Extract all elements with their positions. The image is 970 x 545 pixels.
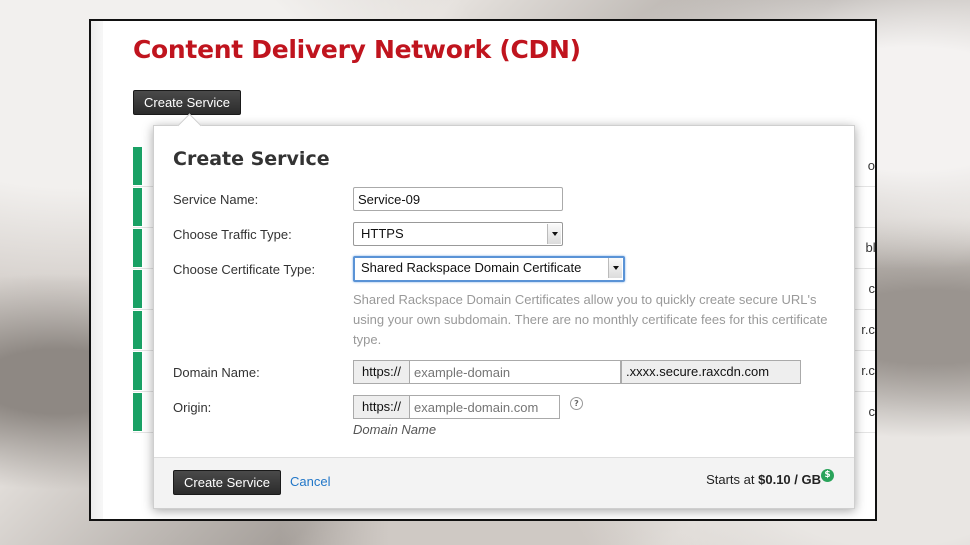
price-prefix: Starts at bbox=[706, 472, 755, 487]
create-service-dialog: Create Service Service Name: Choose Traf… bbox=[153, 113, 855, 509]
row-text: com bbox=[868, 404, 875, 419]
origin-label: Origin: bbox=[173, 400, 212, 415]
dollar-icon[interactable]: $ bbox=[821, 469, 834, 482]
chevron-down-icon[interactable] bbox=[547, 224, 561, 244]
domain-protocol-prefix: https:// bbox=[353, 360, 411, 384]
chevron-down-icon[interactable] bbox=[608, 258, 622, 278]
create-service-button[interactable]: Create Service bbox=[133, 90, 241, 115]
cancel-link[interactable]: Cancel bbox=[290, 474, 330, 489]
status-bar bbox=[133, 311, 142, 349]
status-bar bbox=[133, 270, 142, 308]
traffic-type-value: HTTPS bbox=[361, 226, 404, 241]
status-bar bbox=[133, 229, 142, 267]
service-name-input[interactable] bbox=[353, 187, 563, 211]
status-bar bbox=[133, 147, 142, 185]
traffic-type-select[interactable]: HTTPS bbox=[353, 222, 563, 246]
price-info: Starts at $0.10 / GB bbox=[706, 472, 821, 487]
row-text: r.com bbox=[861, 322, 875, 337]
row-text: com bbox=[868, 281, 875, 296]
certificate-type-label: Choose Certificate Type: bbox=[173, 262, 316, 277]
popover-caret bbox=[177, 113, 202, 138]
service-name-label: Service Name: bbox=[173, 192, 259, 207]
row-text: r.com bbox=[861, 363, 875, 378]
domain-name-label: Domain Name: bbox=[173, 365, 260, 380]
row-text: ble.c bbox=[865, 240, 876, 255]
traffic-type-label: Choose Traffic Type: bbox=[173, 227, 292, 242]
certificate-type-select[interactable]: Shared Rackspace Domain Certificate bbox=[353, 256, 625, 282]
page-title: Content Delivery Network (CDN) bbox=[133, 35, 581, 64]
window-edge bbox=[91, 21, 103, 519]
certificate-help-text: Shared Rackspace Domain Certificates all… bbox=[353, 292, 828, 347]
certificate-type-value: Shared Rackspace Domain Certificate bbox=[361, 260, 582, 275]
status-bar bbox=[133, 393, 142, 431]
app-window: Content Delivery Network (CDN) Create Se… bbox=[89, 19, 877, 521]
row-text: ome bbox=[867, 158, 875, 173]
dialog-title: Create Service bbox=[173, 148, 330, 170]
status-bar bbox=[133, 352, 142, 390]
origin-input[interactable] bbox=[410, 395, 560, 419]
domain-name-input[interactable] bbox=[410, 360, 621, 384]
domain-suffix: .xxxx.secure.raxcdn.com bbox=[621, 360, 801, 384]
origin-protocol-prefix: https:// bbox=[353, 395, 411, 419]
price-value: $0.10 / GB bbox=[758, 472, 821, 487]
dialog-footer: Create Service Cancel Starts at $0.10 / … bbox=[154, 457, 854, 508]
origin-hint: Domain Name bbox=[353, 422, 437, 437]
submit-create-service-button[interactable]: Create Service bbox=[173, 470, 281, 495]
status-bar bbox=[133, 188, 142, 226]
help-icon[interactable]: ? bbox=[570, 397, 583, 410]
